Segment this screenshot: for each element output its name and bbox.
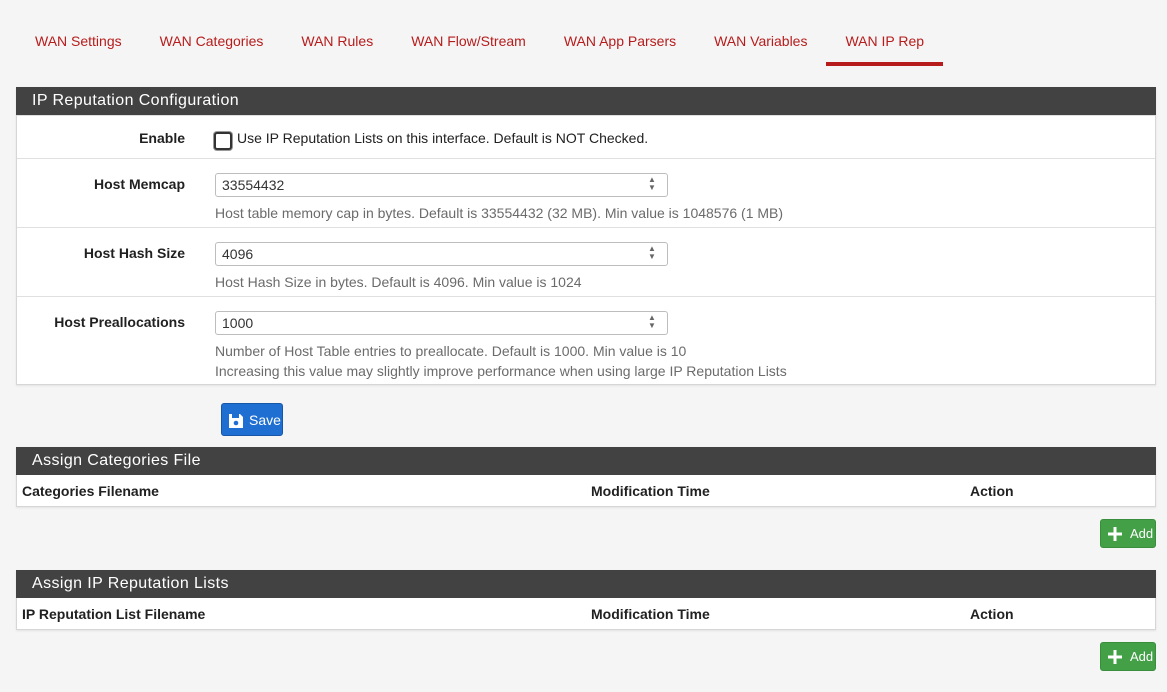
tab-wan-ip-rep[interactable]: WAN IP Rep: [826, 24, 944, 66]
column-header-action: Action: [970, 606, 1014, 622]
add-ip-reputation-list-button[interactable]: Add: [1100, 642, 1156, 671]
column-header-modification-time: Modification Time: [591, 606, 710, 622]
tab-wan-categories[interactable]: WAN Categories: [141, 24, 283, 66]
panel-title: Assign Categories File: [16, 447, 1156, 475]
table-header: IP Reputation List Filename Modification…: [17, 598, 1155, 629]
column-header-filename: IP Reputation List Filename: [22, 606, 206, 622]
tab-bar: WAN Settings WAN Categories WAN Rules WA…: [16, 24, 944, 66]
host-preallocations-row: Host Preallocations ▲▼ Number of Host Ta…: [17, 296, 1155, 385]
plus-icon: [1107, 526, 1123, 545]
spinner-arrows-icon[interactable]: ▲ ▼: [645, 314, 659, 332]
enable-row: Enable Use IP Reputation Lists on this i…: [17, 115, 1155, 158]
column-header-action: Action: [970, 483, 1014, 499]
assign-categories-panel: Assign Categories File Categories Filena…: [16, 447, 1156, 507]
add-button-label: Add: [1130, 526, 1154, 541]
save-button[interactable]: Save: [221, 403, 283, 436]
host-hash-size-input[interactable]: [215, 242, 668, 266]
host-memcap-help: Host table memory cap in bytes. Default …: [215, 205, 784, 221]
host-hash-size-help: Host Hash Size in bytes. Default is 4096…: [215, 274, 582, 290]
host-memcap-label: Host Memcap: [93, 176, 185, 192]
table-header: Categories Filename Modification Time Ac…: [17, 475, 1155, 506]
tab-wan-app-parsers[interactable]: WAN App Parsers: [545, 24, 695, 66]
host-preallocations-help: Number of Host Table entries to prealloc…: [215, 343, 687, 359]
column-header-modification-time: Modification Time: [591, 483, 710, 499]
host-memcap-row: Host Memcap ▲▼ Host table memory cap in …: [17, 158, 1155, 227]
column-header-filename: Categories Filename: [22, 483, 159, 499]
save-icon: [228, 413, 244, 432]
save-button-label: Save: [249, 412, 281, 428]
enable-description: Use IP Reputation Lists on this interfac…: [237, 130, 649, 146]
enable-checkbox[interactable]: [214, 132, 232, 150]
panel-title: IP Reputation Configuration: [16, 87, 1156, 115]
host-preallocations-help-2: Increasing this value may slightly impro…: [215, 363, 787, 379]
ip-reputation-config-panel: IP Reputation Configuration Enable Use I…: [16, 87, 1156, 385]
host-preallocations-input[interactable]: [215, 311, 668, 335]
host-memcap-input[interactable]: [215, 173, 668, 197]
assign-ip-reputation-panel: Assign IP Reputation Lists IP Reputation…: [16, 570, 1156, 630]
tab-wan-settings[interactable]: WAN Settings: [16, 24, 141, 66]
host-preallocations-label: Host Preallocations: [54, 314, 185, 330]
host-hash-size-row: Host Hash Size ▲▼ Host Hash Size in byte…: [17, 227, 1155, 296]
add-categories-file-button[interactable]: Add: [1100, 519, 1156, 548]
spinner-arrows-icon[interactable]: ▲ ▼: [645, 245, 659, 263]
enable-label: Enable: [139, 130, 185, 146]
tab-wan-variables[interactable]: WAN Variables: [695, 24, 826, 66]
spinner-arrows-icon[interactable]: ▲ ▼: [645, 176, 659, 194]
panel-title: Assign IP Reputation Lists: [16, 570, 1156, 598]
tab-wan-rules[interactable]: WAN Rules: [282, 24, 392, 66]
plus-icon: [1107, 649, 1123, 668]
tab-wan-flow-stream[interactable]: WAN Flow/Stream: [392, 24, 545, 66]
host-hash-size-label: Host Hash Size: [83, 245, 185, 261]
add-button-label: Add: [1130, 649, 1154, 664]
